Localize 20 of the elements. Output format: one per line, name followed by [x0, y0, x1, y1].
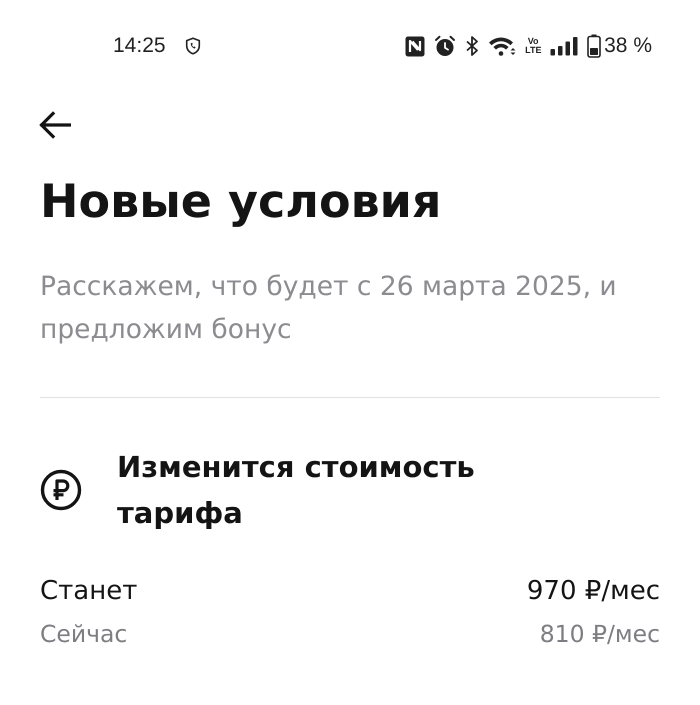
price-value: 970 ₽/мес — [526, 575, 660, 608]
section-title: Изменится стоимость тарифа — [117, 449, 476, 532]
page-subtitle: Расскажем, что будет с 26 марта 2025, и предложим бонус — [40, 270, 618, 347]
signal-icon — [550, 36, 578, 56]
back-arrow-icon — [39, 111, 71, 139]
wifi-icon — [488, 35, 516, 57]
price-value: 810 ₽/мес — [540, 619, 660, 650]
price-label: Сейчас — [40, 619, 128, 650]
clock-time: 14:25 — [113, 34, 166, 58]
shield-icon — [184, 37, 201, 55]
volte-label: Vo LTE — [525, 37, 542, 55]
nfc-icon — [405, 36, 426, 56]
price-label: Станет — [40, 575, 138, 608]
battery-percent: 38 % — [604, 34, 652, 58]
alarm-clock-icon — [434, 35, 456, 57]
page-title: Новые условия — [40, 173, 442, 230]
bluetooth-icon — [465, 35, 480, 57]
back-button[interactable] — [39, 111, 71, 139]
ruble-icon — [40, 469, 82, 511]
battery-icon — [587, 34, 602, 58]
